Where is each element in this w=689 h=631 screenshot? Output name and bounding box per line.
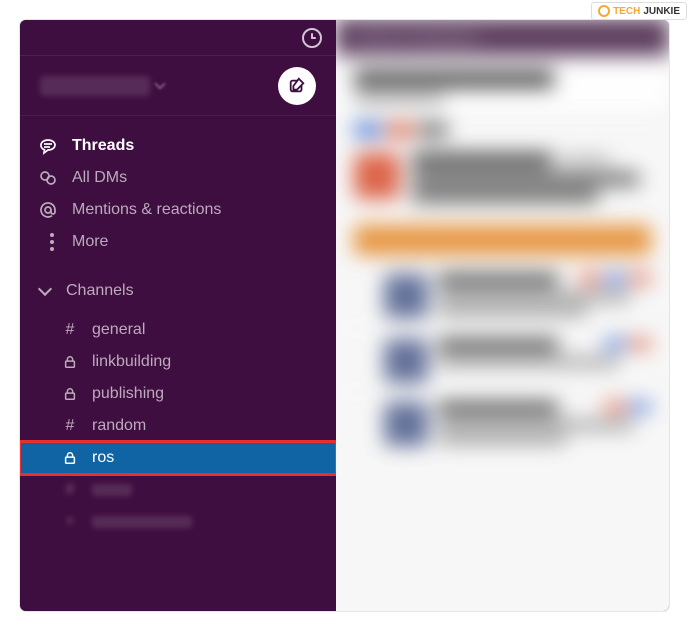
avatar xyxy=(354,153,400,199)
sidebar: Threads All DMs Mentions xyxy=(20,20,336,611)
channel-label-blurred xyxy=(92,484,132,496)
channel-general[interactable]: # general xyxy=(20,314,336,346)
nav-more[interactable]: More xyxy=(20,226,336,258)
compose-icon xyxy=(288,77,306,95)
orange-banner xyxy=(354,225,651,255)
preview-title xyxy=(438,402,558,414)
main-blurred-content: Search workspace xyxy=(336,20,669,611)
nav-threads[interactable]: Threads xyxy=(20,130,336,162)
hash-icon: # xyxy=(62,482,78,498)
preview-block xyxy=(336,328,669,391)
channel-label-blurred xyxy=(92,516,192,528)
tag xyxy=(386,123,414,137)
workspace-name xyxy=(40,76,164,96)
channels-section-header[interactable]: Channels xyxy=(20,274,336,308)
at-icon xyxy=(38,200,58,220)
search-bar[interactable]: Search workspace xyxy=(336,20,669,56)
message-body xyxy=(412,153,651,207)
preview-block xyxy=(336,263,669,328)
message-author xyxy=(412,153,552,167)
lock-icon xyxy=(62,450,78,466)
hash-icon: # xyxy=(62,322,78,338)
preview-title xyxy=(438,274,558,286)
channel-label: publishing xyxy=(92,385,164,403)
lock-icon xyxy=(62,354,78,370)
watermark-junkie: JUNKIE xyxy=(643,6,680,17)
nav-mentions[interactable]: Mentions & reactions xyxy=(20,194,336,226)
workspace-name-blurred xyxy=(40,76,150,96)
tag xyxy=(354,123,382,137)
app-container: Threads All DMs Mentions xyxy=(20,20,669,611)
watermark-logo xyxy=(598,5,610,17)
preview-thumb xyxy=(384,402,428,446)
nav-mentions-label: Mentions & reactions xyxy=(72,201,221,219)
channel-blurred-2[interactable]: + xyxy=(20,506,336,538)
tags-row xyxy=(354,123,651,137)
watermark: TECHJUNKIE xyxy=(591,2,687,20)
channel-list: # general linkbuilding xyxy=(20,308,336,538)
main-area: Search workspace xyxy=(336,20,669,611)
search-placeholder: Search workspace xyxy=(356,29,479,45)
chevron-down-icon xyxy=(154,78,165,89)
nav-all-dms-label: All DMs xyxy=(72,169,127,187)
channel-linkbuilding[interactable]: linkbuilding xyxy=(20,346,336,378)
channel-blurred-1[interactable]: # xyxy=(20,474,336,506)
nav-list: Threads All DMs Mentions xyxy=(20,116,336,258)
nav-threads-label: Threads xyxy=(72,137,134,155)
channels-section-label: Channels xyxy=(66,282,134,300)
channel-ros[interactable]: ros xyxy=(20,442,336,474)
hash-icon: # xyxy=(62,418,78,434)
tag xyxy=(418,124,448,136)
channel-label: general xyxy=(92,321,145,339)
top-bar xyxy=(20,20,336,56)
nav-all-dms[interactable]: All DMs xyxy=(20,162,336,194)
preview-thumb xyxy=(384,274,428,318)
workspace-header[interactable] xyxy=(20,56,336,116)
preview-title xyxy=(438,339,558,351)
plus-icon: + xyxy=(62,514,78,530)
channel-header xyxy=(336,56,669,113)
preview-thumb xyxy=(384,339,428,383)
more-icon xyxy=(38,232,58,252)
channel-sub-blurred xyxy=(354,94,444,104)
channel-publishing[interactable]: publishing xyxy=(20,378,336,410)
channel-label: linkbuilding xyxy=(92,353,171,371)
channel-title-blurred xyxy=(354,70,554,88)
lock-icon xyxy=(62,386,78,402)
nav-more-label: More xyxy=(72,233,108,251)
channel-label: ros xyxy=(92,449,114,467)
channel-random[interactable]: # random xyxy=(20,410,336,442)
dm-icon xyxy=(38,168,58,188)
compose-button[interactable] xyxy=(278,67,316,105)
history-icon[interactable] xyxy=(302,28,322,48)
thread-icon xyxy=(38,136,58,156)
caret-down-icon xyxy=(38,282,52,296)
channel-label: random xyxy=(92,417,146,435)
preview-block xyxy=(336,391,669,456)
watermark-tech: TECH xyxy=(613,6,640,17)
message-row xyxy=(336,143,669,217)
message-time xyxy=(560,155,610,165)
